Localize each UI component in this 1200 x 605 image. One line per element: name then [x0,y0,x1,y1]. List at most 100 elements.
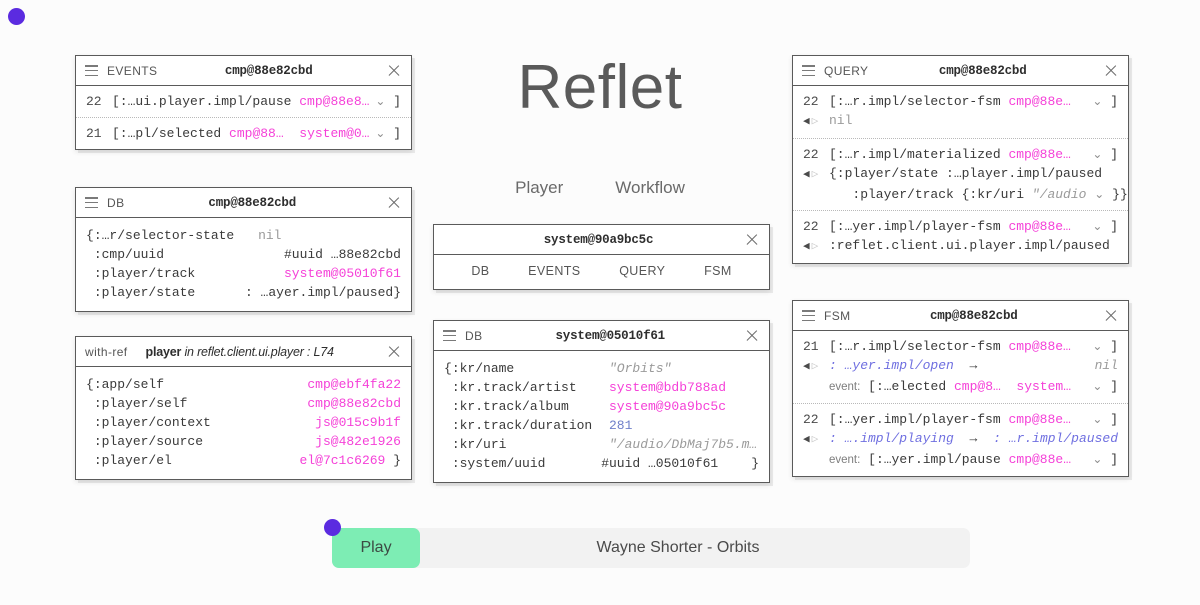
fsm-event-arg: system… [1016,379,1072,394]
chevron-down-icon[interactable]: ⌄ [375,124,385,143]
chevron-down-icon[interactable]: ⌄ [1094,185,1104,204]
db-entry[interactable]: {:kr/name "Orbits" [444,359,759,378]
panel-kind-label: EVENTS [107,63,158,78]
fsm-open: [: [829,339,845,354]
open-brace: { [86,228,94,243]
chevron-down-icon[interactable]: ⌄ [375,92,385,111]
query-name: …r.impl/selector-fsm [844,94,1001,109]
menu-icon[interactable] [802,65,815,76]
fsm-event-name: …elected [883,379,947,394]
panel-db-center: DB system@05010f61 {:kr/name "Orbits" :k… [433,320,770,483]
event-row[interactable]: 21 [: …pl/selected cmp@88… system@0… ⌄ ] [76,117,411,149]
db-entry[interactable]: :player/track system@05010f61 [86,264,401,283]
db-entry[interactable]: :kr.track/artist system@bdb788ad [444,378,759,397]
event-index: 21 [86,126,102,141]
db-key: :…r/selector-state [93,228,235,243]
query-result: :reflet.client.ui.player.impl/paused [829,238,1110,253]
db-value: "/audio/DbMaj7b5.m… [609,437,758,452]
db-entry[interactable]: :system/uuid #uuid …05010f61} [444,454,759,473]
db-entry[interactable]: :player/state : …ayer.impl/paused} [86,283,401,302]
db-entry[interactable]: {:…r/selector-state nil [86,226,401,245]
db-key: :kr/name [451,361,515,376]
panel-system-tabs: system@90a9bc5c DB EVENTS QUERY FSM [433,224,770,290]
chevron-down-icon[interactable]: ⌄ [1092,337,1102,356]
ref-entry[interactable]: :player/el el@7c1c6269 } [86,451,401,470]
fsm-log-list: 21 [: …r.impl/selector-fsm cmp@88e… ⌄ ] … [793,331,1128,476]
event-close-bracket: ] [393,126,401,141]
close-icon[interactable] [1103,308,1119,324]
history-nav-arrows[interactable]: ◀▷ [803,431,829,450]
query-row[interactable]: 22 [: …r.impl/selector-fsm cmp@88e… ⌄ ] … [793,86,1128,138]
close-icon[interactable] [744,328,760,344]
history-nav-arrows[interactable]: ◀▷ [803,238,829,257]
chevron-down-icon[interactable]: ⌄ [1092,145,1102,164]
ref-value: js@015c9b1f [315,415,401,430]
history-nav-arrows[interactable]: ◀▷ [803,358,829,377]
ref-entry[interactable]: :player/context js@015c9b1f [86,413,401,432]
event-row[interactable]: 22 [: …ui.player.impl/pause cmp@88e8… ⌄ … [76,86,411,117]
chevron-down-icon[interactable]: ⌄ [1092,410,1102,429]
panel-kind-label: FSM [824,308,851,323]
query-arg: cmp@88e… [1008,147,1071,162]
fsm-row[interactable]: 22 [: …yer.impl/player-fsm cmp@88e… ⌄ ] … [793,403,1128,476]
chevron-down-icon[interactable]: ⌄ [1092,450,1102,469]
menu-icon[interactable] [802,310,815,321]
tab-events[interactable]: EVENTS [528,264,580,278]
fsm-event-open: [: [868,452,884,467]
db-key: :kr.track/duration [451,418,593,433]
close-icon[interactable] [744,232,760,248]
ref-value: el@7c1c6269 [299,453,386,468]
panel-kind-label: with-ref [85,344,128,359]
play-button[interactable]: Play [332,528,420,568]
close-icon[interactable] [386,344,402,360]
panel-title: cmp@88e82cbd [929,308,1018,323]
event-arg: system@0… [299,126,370,141]
open-brace: { [444,361,452,376]
close-icon[interactable] [386,195,402,211]
chevron-down-icon[interactable]: ⌄ [1092,217,1102,236]
tab-fsm[interactable]: FSM [704,264,732,278]
query-row[interactable]: 22 [: …yer.impl/player-fsm cmp@88e… ⌄ ] … [793,210,1128,263]
history-nav-arrows[interactable]: ◀▷ [803,113,829,132]
chevron-down-icon[interactable]: ⌄ [1092,377,1102,396]
event-name: …pl/selected [127,126,222,141]
menu-icon[interactable] [443,330,456,341]
panel-title: cmp@88e82cbd [208,195,297,210]
chevron-down-icon[interactable]: ⌄ [1092,92,1102,111]
fsm-state-from: : …yer.impl/open [829,358,954,373]
fsm-close-bracket: ] [1110,339,1118,354]
history-nav-arrows[interactable]: ◀▷ [803,166,829,185]
event-arg: cmp@88e8… [299,94,370,109]
db-entry[interactable]: :kr.track/album system@90a9bc5c [444,397,759,416]
close-brace: } [393,453,401,468]
query-arg: cmp@88e… [1008,219,1071,234]
close-brace: } [751,456,759,471]
nav-item-player[interactable]: Player [515,178,563,198]
fsm-row[interactable]: 21 [: …r.impl/selector-fsm cmp@88e… ⌄ ] … [793,331,1128,403]
db-value: system@bdb788ad [609,380,727,395]
ref-entry[interactable]: {:app/self cmp@ebf4fa22 [86,375,401,394]
play-button-ref-dot [324,519,341,536]
event-open: [: [112,126,128,141]
close-icon[interactable] [386,63,402,79]
ref-value: js@482e1926 [315,434,401,449]
db-entry[interactable]: :cmp/uuid #uuid …88e82cbd [86,245,401,264]
with-ref-map: {:app/self cmp@ebf4fa22 :player/self cmp… [76,367,411,479]
tab-db[interactable]: DB [471,264,489,278]
query-close-bracket: ] [1110,147,1118,162]
close-icon[interactable] [1103,63,1119,79]
tab-query[interactable]: QUERY [619,264,665,278]
menu-icon[interactable] [85,65,98,76]
ref-entry[interactable]: :player/self cmp@88e82cbd [86,394,401,413]
db-entry[interactable]: :kr.track/duration 281 [444,416,759,435]
query-row[interactable]: 22 [: …r.impl/materialized cmp@88e… ⌄ ] … [793,138,1128,210]
query-arg: cmp@88e… [1008,94,1071,109]
fsm-index: 21 [803,339,819,354]
nav-item-workflow[interactable]: Workflow [615,178,685,198]
panel-kind-label: DB [107,195,125,210]
fsm-name: …r.impl/selector-fsm [844,339,1001,354]
db-entry[interactable]: :kr/uri "/audio/DbMaj7b5.m… [444,435,759,454]
ref-entry[interactable]: :player/source js@482e1926 [86,432,401,451]
db-value: #uuid …88e82cbd [283,247,401,262]
menu-icon[interactable] [85,197,98,208]
